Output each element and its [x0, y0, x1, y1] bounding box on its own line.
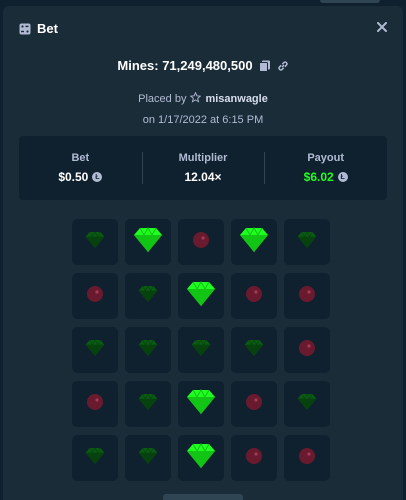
mine-tile [284, 435, 330, 481]
litecoin-icon: Ł [337, 172, 348, 182]
gem-icon [138, 446, 158, 471]
gem-revealed-tile [231, 219, 277, 265]
bet-date: on 1/17/2022 at 6:15 PM [142, 114, 264, 126]
gem-tile [284, 219, 330, 265]
bet-id: 71,249,480,500 [162, 58, 253, 73]
gem-revealed-tile [125, 219, 171, 265]
mine-icon [298, 285, 316, 308]
multiplier-label: Multiplier [178, 152, 228, 164]
gem-tile [178, 327, 224, 373]
placed-by-line: Placed by misanwagle [3, 91, 403, 106]
link-icon[interactable] [277, 60, 289, 72]
mines-board [72, 219, 330, 481]
multiplier-value: 12.04× [184, 170, 222, 184]
gem-icon [138, 392, 158, 417]
mine-tile [231, 435, 277, 481]
username-link[interactable]: misanwagle [205, 93, 267, 105]
bet-value: $0.50 [58, 170, 89, 184]
modal-title: Bet [37, 21, 58, 36]
gem-icon [239, 225, 269, 260]
gem-icon [133, 225, 163, 260]
mine-icon [245, 393, 263, 416]
stat-payout: Payout $6.02 Ł [264, 136, 387, 200]
bottom-handle [163, 494, 243, 500]
gem-icon [186, 279, 216, 314]
mine-tile [72, 273, 118, 319]
dice-icon [19, 22, 31, 35]
bet-id-line: Mines: 71,249,480,500 [3, 58, 403, 73]
gem-tile [125, 327, 171, 373]
gem-tile [231, 327, 277, 373]
bet-amount: $0.50 Ł [58, 170, 103, 184]
bet-modal: Bet Mines: 71,249,480,500 Placed by misa… [3, 6, 403, 500]
mine-tile [231, 381, 277, 427]
mine-icon [245, 447, 263, 470]
payout-label: Payout [307, 152, 345, 164]
payout-amount: $6.02 Ł [304, 170, 348, 184]
gem-icon [85, 338, 105, 363]
mine-tile [284, 327, 330, 373]
gem-tile [72, 219, 118, 265]
copy-icon[interactable] [258, 60, 271, 72]
star-icon [190, 91, 202, 106]
gem-tile [125, 435, 171, 481]
gem-tile [125, 381, 171, 427]
mines-label-group: Mines: 71,249,480,500 [117, 58, 252, 73]
payout-value: $6.02 [303, 170, 334, 184]
gem-icon [138, 284, 158, 309]
bet-label: Bet [71, 152, 90, 164]
gem-revealed-tile [178, 273, 224, 319]
gem-icon [297, 392, 317, 417]
gem-icon [138, 338, 158, 363]
gem-revealed-tile [178, 381, 224, 427]
gem-icon [186, 387, 216, 422]
stat-bet: Bet $0.50 Ł [19, 136, 142, 200]
close-icon[interactable] [373, 18, 391, 36]
mine-tile [72, 381, 118, 427]
mine-icon [86, 285, 104, 308]
mine-icon [298, 447, 316, 470]
gem-tile [72, 327, 118, 373]
mine-tile [231, 273, 277, 319]
gem-tile [284, 381, 330, 427]
bet-stats-panel: Bet $0.50 Ł Multiplier 12.04× Payout $6.… [19, 136, 387, 200]
gem-icon [191, 338, 211, 363]
mine-icon [86, 393, 104, 416]
gem-icon [244, 338, 264, 363]
gem-icon [297, 230, 317, 255]
stat-multiplier: Multiplier 12.04× [141, 136, 265, 200]
mine-icon [192, 231, 210, 254]
mine-icon [245, 285, 263, 308]
gem-icon [85, 446, 105, 471]
mines-label: Mines: [117, 58, 159, 73]
gem-icon [186, 441, 216, 476]
modal-header: Bet [3, 6, 403, 50]
gem-revealed-tile [178, 435, 224, 481]
top-bar-edge [320, 0, 380, 3]
mine-tile [178, 219, 224, 265]
placed-by-label: Placed by [138, 93, 187, 105]
gem-icon [85, 230, 105, 255]
gem-tile [72, 435, 118, 481]
mine-tile [284, 273, 330, 319]
mine-icon [298, 339, 316, 362]
litecoin-icon: Ł [92, 172, 103, 182]
gem-tile [125, 273, 171, 319]
